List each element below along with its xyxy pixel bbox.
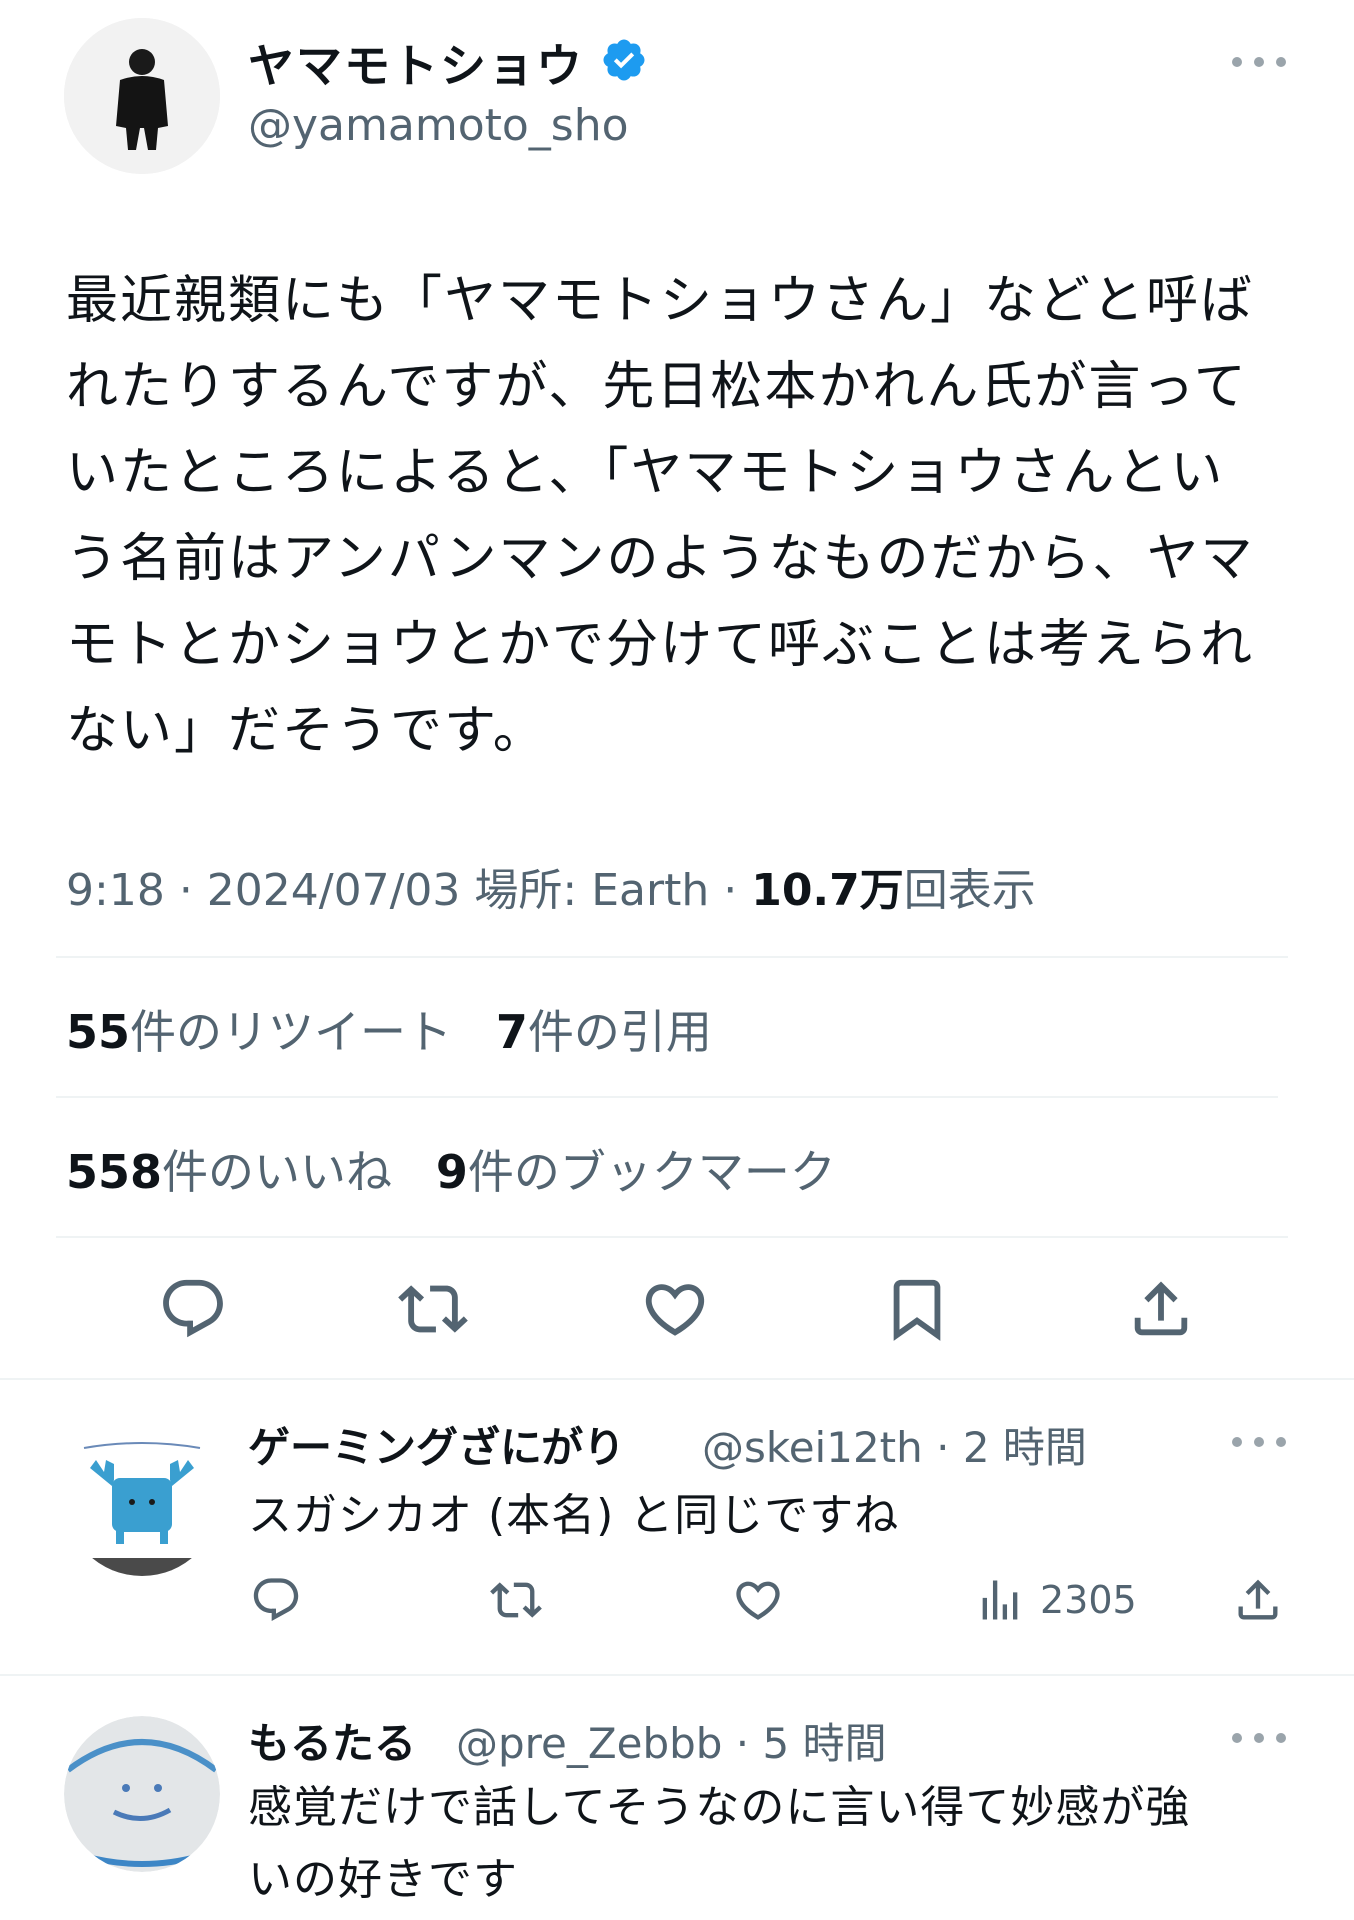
verified-badge-icon [600,36,648,84]
reply-handle[interactable]: @skei12th [702,1423,923,1472]
stats-row-likes: 558件のいいね 9件のブックマーク [66,1136,836,1202]
reply-button[interactable] [250,1574,302,1626]
reply-handle-time: @skei12th · 2 時間 [702,1414,1087,1475]
more-dots-icon[interactable] [1232,1432,1286,1452]
retweet-button[interactable] [398,1274,468,1344]
heart-icon [645,1284,705,1336]
tweet-location: 場所: Earth [474,865,710,916]
views-button[interactable]: 2305 [974,1574,1137,1626]
separator-dot: · [722,1719,763,1768]
heart-icon [736,1581,780,1620]
reply-display-name[interactable]: ゲーミングざにがり [248,1414,625,1475]
tweet-text-line: ない」だそうです。 [66,701,547,761]
retweet-button[interactable] [490,1574,542,1626]
bookmarks-count: 9 [435,1145,468,1199]
divider [0,1674,1354,1676]
likes-stat[interactable]: 558件のいいね [66,1145,392,1199]
reply-avatar[interactable] [64,1716,220,1872]
bookmarks-stat[interactable]: 9件のブックマーク [436,1145,836,1199]
views-count: 10.7万 [751,865,904,916]
reply-time[interactable]: 2 時間 [963,1423,1087,1472]
bookmark-icon [893,1279,941,1341]
separator-dot: · [723,865,752,916]
tweet-text-line: いたところによると、「ヤマモトショウさんとい [66,443,1225,503]
tweet-time[interactable]: 9:18 [66,865,165,916]
more-dots-icon[interactable] [1232,52,1286,72]
reply-text-line: いの好きです [248,1854,518,1905]
likes-label: 件のいいね [162,1145,393,1199]
reply-text: 感覚だけで話してそうなのに言い得て妙感が強 いの好きです [248,1772,1190,1916]
quotes-label: 件の引用 [527,1005,712,1059]
separator-dot: · [922,1423,963,1472]
share-button[interactable] [1232,1574,1284,1626]
more-dots-icon[interactable] [1232,1728,1286,1748]
reply-handle-time: @pre_Zebbb · 5 時間 [456,1710,887,1771]
retweets-label: 件のリツイート [130,1005,453,1059]
retweet-icon [398,1285,468,1333]
tweet-text-line: モトとかショウとかで分けて呼ぶことは考えられ [66,615,1255,675]
divider [0,1378,1354,1380]
like-button[interactable] [640,1274,710,1344]
reply-text: スガシカオ (本名) と同じですね [248,1480,899,1552]
main-tweet-text: 最近親類にも「ヤマモトショウさん」などと呼ば れたりするんですが、先日松本かれん… [66,258,1306,774]
share-icon [1238,1579,1278,1620]
reply-handle[interactable]: @pre_Zebbb [456,1719,722,1768]
tweet-meta: 9:18 · 2024/07/03 場所: Earth · 10.7万回表示 [66,854,1036,918]
tweet-text-line: 最近親類にも「ヤマモトショウさん」などと呼ば [66,271,1255,331]
divider [56,1236,1288,1238]
tweet-text-line: う名前はアンパンマンのようなものだから、ヤマ [66,529,1255,589]
views-count: 2305 [1040,1578,1137,1622]
retweet-icon [490,1582,542,1618]
reply-button[interactable] [158,1274,228,1344]
quotes-stat[interactable]: 7件の引用 [496,1005,712,1059]
reply-icon [163,1279,223,1338]
likes-count: 558 [66,1145,163,1199]
share-icon [1134,1281,1188,1336]
divider [56,956,1288,958]
divider [56,1096,1278,1098]
reply-icon [253,1578,299,1622]
reply-avatar[interactable] [64,1420,220,1576]
retweets-stat[interactable]: 55件のリツイート [66,1005,452,1059]
views-chart-icon [982,1580,1018,1620]
bookmark-button[interactable] [882,1274,952,1344]
share-button[interactable] [1126,1274,1196,1344]
reply-text-line: 感覚だけで話してそうなのに言い得て妙感が強 [248,1782,1191,1833]
retweets-count: 55 [66,1005,131,1059]
main-tweet-avatar[interactable] [64,18,220,174]
like-button[interactable] [732,1574,784,1626]
tweet-text-line: れたりするんですが、先日松本かれん氏が言って [66,357,1248,417]
main-tweet-display-name[interactable]: ヤマモトショウ [248,30,584,96]
bookmarks-label: 件のブックマーク [467,1145,836,1199]
reply-text-line: スガシカオ (本名) と同じですね [248,1490,900,1541]
quotes-count: 7 [495,1005,528,1059]
reply-display-name[interactable]: もるたる [248,1710,416,1771]
reply-time[interactable]: 5 時間 [763,1719,887,1768]
stats-row-retweets: 55件のリツイート 7件の引用 [66,996,712,1062]
separator-dot: · [178,865,207,916]
main-tweet-handle[interactable]: @yamamoto_sho [248,100,629,151]
views-label: 回表示 [903,865,1036,916]
tweet-date[interactable]: 2024/07/03 [207,865,461,916]
